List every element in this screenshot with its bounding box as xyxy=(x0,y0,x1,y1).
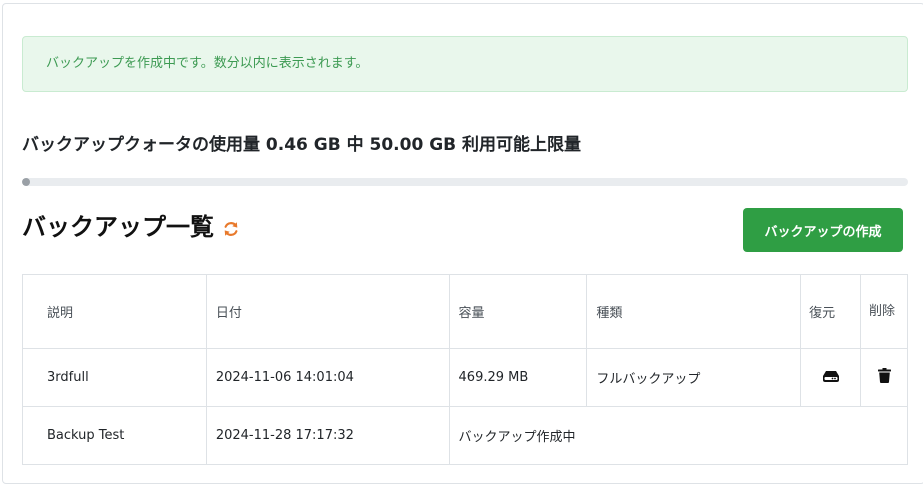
table-row: 3rdfull 2024-11-06 14:01:04 469.29 MB フル… xyxy=(22,348,908,407)
backup-date: 2024-11-06 14:01:04 xyxy=(205,348,450,407)
backup-table: 説明 日付 容量 種類 復元 削除 3rdfull 2024-11-06 14:… xyxy=(22,274,909,465)
column-header-delete: 削除 xyxy=(860,274,908,349)
create-backup-button[interactable]: バックアップの作成 xyxy=(743,208,903,252)
column-header-description: 説明 xyxy=(22,274,207,349)
backup-list-heading: バックアップ一覧 xyxy=(22,207,240,242)
quota-progress-bar xyxy=(22,178,908,186)
refresh-icon[interactable] xyxy=(222,216,240,236)
backup-date: 2024-11-28 17:17:32 xyxy=(205,406,450,465)
table-header-row: 説明 日付 容量 種類 復元 削除 xyxy=(22,274,908,349)
column-header-date: 日付 xyxy=(205,274,450,349)
quota-title: バックアップクォータの使用量 0.46 GB 中 50.00 GB 利用可能上限… xyxy=(22,135,582,155)
status-alert: バックアップを作成中です。数分以内に表示されます。 xyxy=(22,36,908,92)
alert-message: バックアップを作成中です。数分以内に表示されます。 xyxy=(46,56,369,71)
column-header-restore: 復元 xyxy=(800,274,862,349)
backup-status: バックアップ作成中 xyxy=(448,406,909,465)
backup-description: 3rdfull xyxy=(22,348,207,407)
backup-type: フルバックアップ xyxy=(586,348,802,407)
quota-progress-fill xyxy=(22,178,31,186)
trash-icon[interactable] xyxy=(877,368,891,387)
delete-cell xyxy=(860,348,908,407)
column-header-size: 容量 xyxy=(448,274,588,349)
backup-list-title: バックアップ一覧 xyxy=(22,213,214,241)
column-header-type: 種類 xyxy=(586,274,802,349)
backup-size: 469.29 MB xyxy=(448,348,588,407)
backup-description: Backup Test xyxy=(22,406,207,465)
hard-drive-icon[interactable] xyxy=(822,370,839,386)
table-row: Backup Test 2024-11-28 17:17:32 バックアップ作成… xyxy=(22,406,909,465)
restore-cell xyxy=(800,348,862,407)
